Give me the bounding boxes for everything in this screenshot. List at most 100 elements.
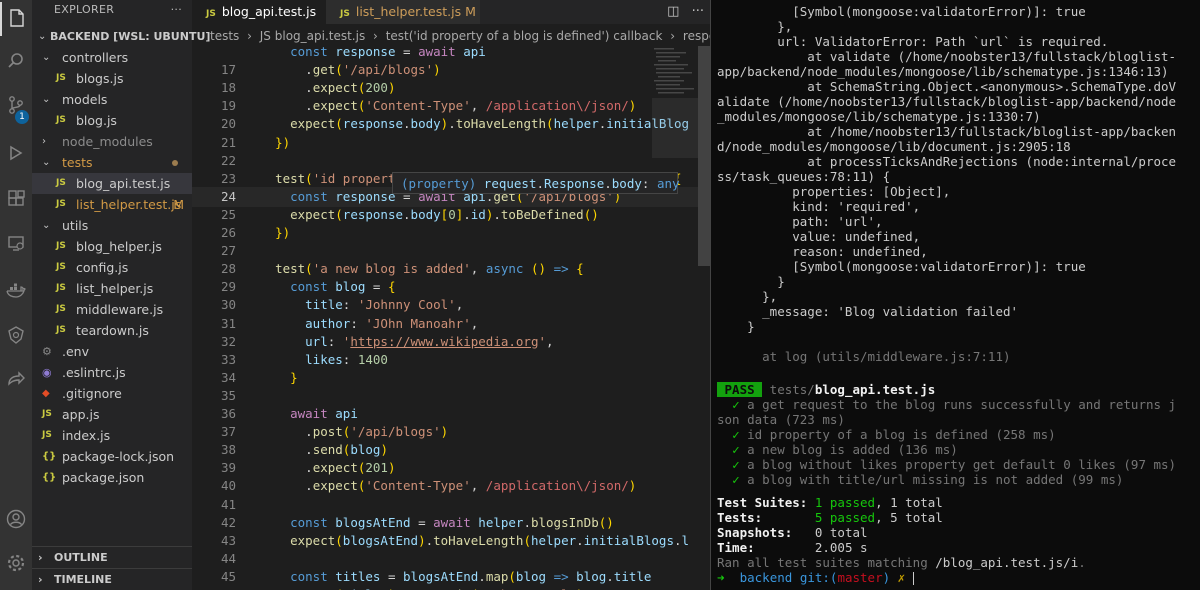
tree-item[interactable]: JS app.js <box>32 404 192 425</box>
tree-item[interactable]: ⌄ utils <box>32 215 192 236</box>
kubernetes-icon[interactable] <box>0 318 32 352</box>
code-line[interactable]: 42 const blogsAtEnd = await helper.blogs… <box>192 513 710 533</box>
workspace-header[interactable]: ⌄ BACKEND [WSL: UBUNTU] <box>32 26 210 47</box>
code-line[interactable]: 38 .send(blog) <box>192 440 710 460</box>
outline-section[interactable]: › OUTLINE <box>32 546 192 568</box>
git-icon: ◆ <box>42 388 50 399</box>
breadcrumb-item[interactable]: JS blog_api.test.js <box>260 29 365 43</box>
timeline-section[interactable]: › TIMELINE <box>32 568 192 590</box>
tree-item[interactable]: JS list_helper.js <box>32 278 192 299</box>
tree-item[interactable]: ⚙ .env <box>32 341 192 362</box>
code-line[interactable]: 40 .expect('Content-Type', /application\… <box>192 476 710 496</box>
code-line[interactable]: 19 .expect('Content-Type', /application\… <box>192 96 710 116</box>
line-number: 43 <box>220 532 236 548</box>
code-line[interactable]: 36 await api <box>192 404 710 424</box>
code-line[interactable]: 22 <box>192 151 710 171</box>
js-file-icon: JS <box>56 115 66 125</box>
line-number: 38 <box>220 442 236 458</box>
tab-list-helper-test[interactable]: JS list_helper.test.js M <box>326 0 480 24</box>
code-line[interactable]: 44 <box>192 549 710 569</box>
tree-item[interactable]: ⌄ models <box>32 89 192 110</box>
split-editor-icon[interactable]: ◫ <box>667 4 679 19</box>
terminal-line: ss/task_queues:78:11) { <box>717 169 891 184</box>
tree-item[interactable]: JS blog_api.test.js <box>32 173 192 194</box>
editor-scrollbar[interactable] <box>698 46 710 590</box>
search-icon[interactable] <box>0 44 32 78</box>
modified-badge: M <box>173 197 184 212</box>
code-text: title: 'Johnny Cool', <box>305 297 464 313</box>
account-icon[interactable] <box>0 502 32 536</box>
breadcrumb-item[interactable]: tests <box>210 29 239 43</box>
more-actions-icon[interactable]: ··· <box>171 0 182 20</box>
prompt-line: ➜ backend git:(master) ✗ <box>717 570 914 585</box>
js-file-icon: JS <box>56 178 66 188</box>
terminal-line: app/backend/node_modules/mongoose/lib/sc… <box>717 64 1169 79</box>
run-debug-icon[interactable] <box>0 136 32 170</box>
breadcrumb: tests › JS blog_api.test.js › test('id p… <box>192 26 710 46</box>
code-line[interactable]: 17 .get('/api/blogs') <box>192 60 710 80</box>
terminal-line: path: 'url', <box>717 214 883 229</box>
code-line[interactable]: 29 const blog = { <box>192 277 710 297</box>
tree-item[interactable]: {} package.json <box>32 467 192 488</box>
code-line[interactable]: 28 test('a new blog is added', async () … <box>192 259 710 279</box>
tree-item[interactable]: ◉ .eslintrc.js <box>32 362 192 383</box>
code-line[interactable]: 45 const titles = blogsAtEnd.map(blog =>… <box>192 567 710 587</box>
code-line[interactable]: 31 author: 'JOhn Manoahr', <box>192 314 710 334</box>
tree-item[interactable]: JS blog_helper.js <box>32 236 192 257</box>
tab-blog-api-test[interactable]: JS blog_api.test.js <box>192 0 338 24</box>
tree-item[interactable]: JS list_helper.test.js M <box>32 194 192 215</box>
code-line[interactable]: 46 expect(titles).toContain('Johnny Cool… <box>192 585 710 590</box>
code-line[interactable]: 30 title: 'Johnny Cool', <box>192 295 710 315</box>
tree-item[interactable]: JS index.js <box>32 425 192 446</box>
activity-bar: 1 <box>0 0 32 590</box>
live-share-icon[interactable] <box>0 362 32 396</box>
tree-item[interactable]: ⌄ controllers <box>32 47 192 68</box>
tree-item[interactable]: ⌄ tests <box>32 152 192 173</box>
code-text: await api <box>290 406 358 421</box>
code-text: author: 'JOhn Manoahr', <box>305 315 479 331</box>
code-line[interactable]: 20 expect(response.body).toHaveLength(he… <box>192 114 710 134</box>
code-line[interactable]: 21 }) <box>192 133 710 153</box>
code-line[interactable]: 39 .expect(201) <box>192 458 710 478</box>
code-line[interactable]: 26 }) <box>192 223 710 243</box>
tree-item[interactable]: JS blogs.js <box>32 68 192 89</box>
tree-item-label: blog_api.test.js <box>76 176 171 191</box>
tree-item[interactable]: ◆ .gitignore <box>32 383 192 404</box>
docker-icon[interactable] <box>0 274 32 308</box>
code-line[interactable]: 34 } <box>192 368 710 388</box>
tree-item[interactable]: JS blog.js <box>32 110 192 131</box>
extensions-icon[interactable] <box>0 182 32 216</box>
code-line[interactable]: 32 url: 'https://www.wikipedia.org', <box>192 332 710 352</box>
js-file-icon: JS <box>42 409 52 419</box>
code-line[interactable]: 25 expect(response.body[0].id).toBeDefin… <box>192 205 710 225</box>
settings-gear-icon[interactable] <box>0 546 32 580</box>
code-line[interactable]: 37 .post('/api/blogs') <box>192 422 710 442</box>
files-icon[interactable] <box>0 2 32 36</box>
code-line[interactable]: 27 <box>192 241 710 261</box>
tree-item[interactable]: JS middleware.js <box>32 299 192 320</box>
js-file-icon: JS <box>206 9 216 19</box>
line-number: 44 <box>220 550 236 566</box>
tree-item[interactable]: {} package-lock.json <box>32 446 192 467</box>
code-text: .expect('Content-Type', /application\/js… <box>260 478 637 494</box>
minimap[interactable] <box>652 46 698 166</box>
code-line[interactable]: 33 likes: 1400 <box>192 350 710 370</box>
code-line[interactable]: 35 <box>192 386 710 406</box>
code-text: const blogsAtEnd = await helper.blogsInD… <box>290 514 614 530</box>
more-actions-icon[interactable]: ··· <box>692 4 704 19</box>
code-line[interactable]: 43 expect(blogsAtEnd).toHaveLength(helpe… <box>192 531 710 551</box>
code-line[interactable]: 41 <box>192 495 710 515</box>
js-file-icon: JS <box>56 325 66 335</box>
code-line[interactable]: 18 .expect(200) <box>192 78 710 98</box>
tree-item[interactable]: › node_modules <box>32 131 192 152</box>
remote-explorer-icon[interactable] <box>0 226 32 260</box>
breadcrumb-item[interactable]: test('id property of a blog is defined')… <box>386 29 663 43</box>
scrollbar-thumb[interactable] <box>698 46 710 266</box>
breadcrumb-item[interactable]: respons <box>683 29 710 43</box>
terminal-panel[interactable]: [Symbol(mongoose:validatorError)]: true … <box>711 0 1200 590</box>
tree-item[interactable]: JS config.js <box>32 257 192 278</box>
js-file-icon: JS <box>56 262 66 272</box>
tree-item[interactable]: JS teardown.js <box>32 320 192 341</box>
breadcrumb-sep: › <box>373 29 378 43</box>
code-editor[interactable]: const response = await api 17 .get('/api/… <box>192 46 710 590</box>
